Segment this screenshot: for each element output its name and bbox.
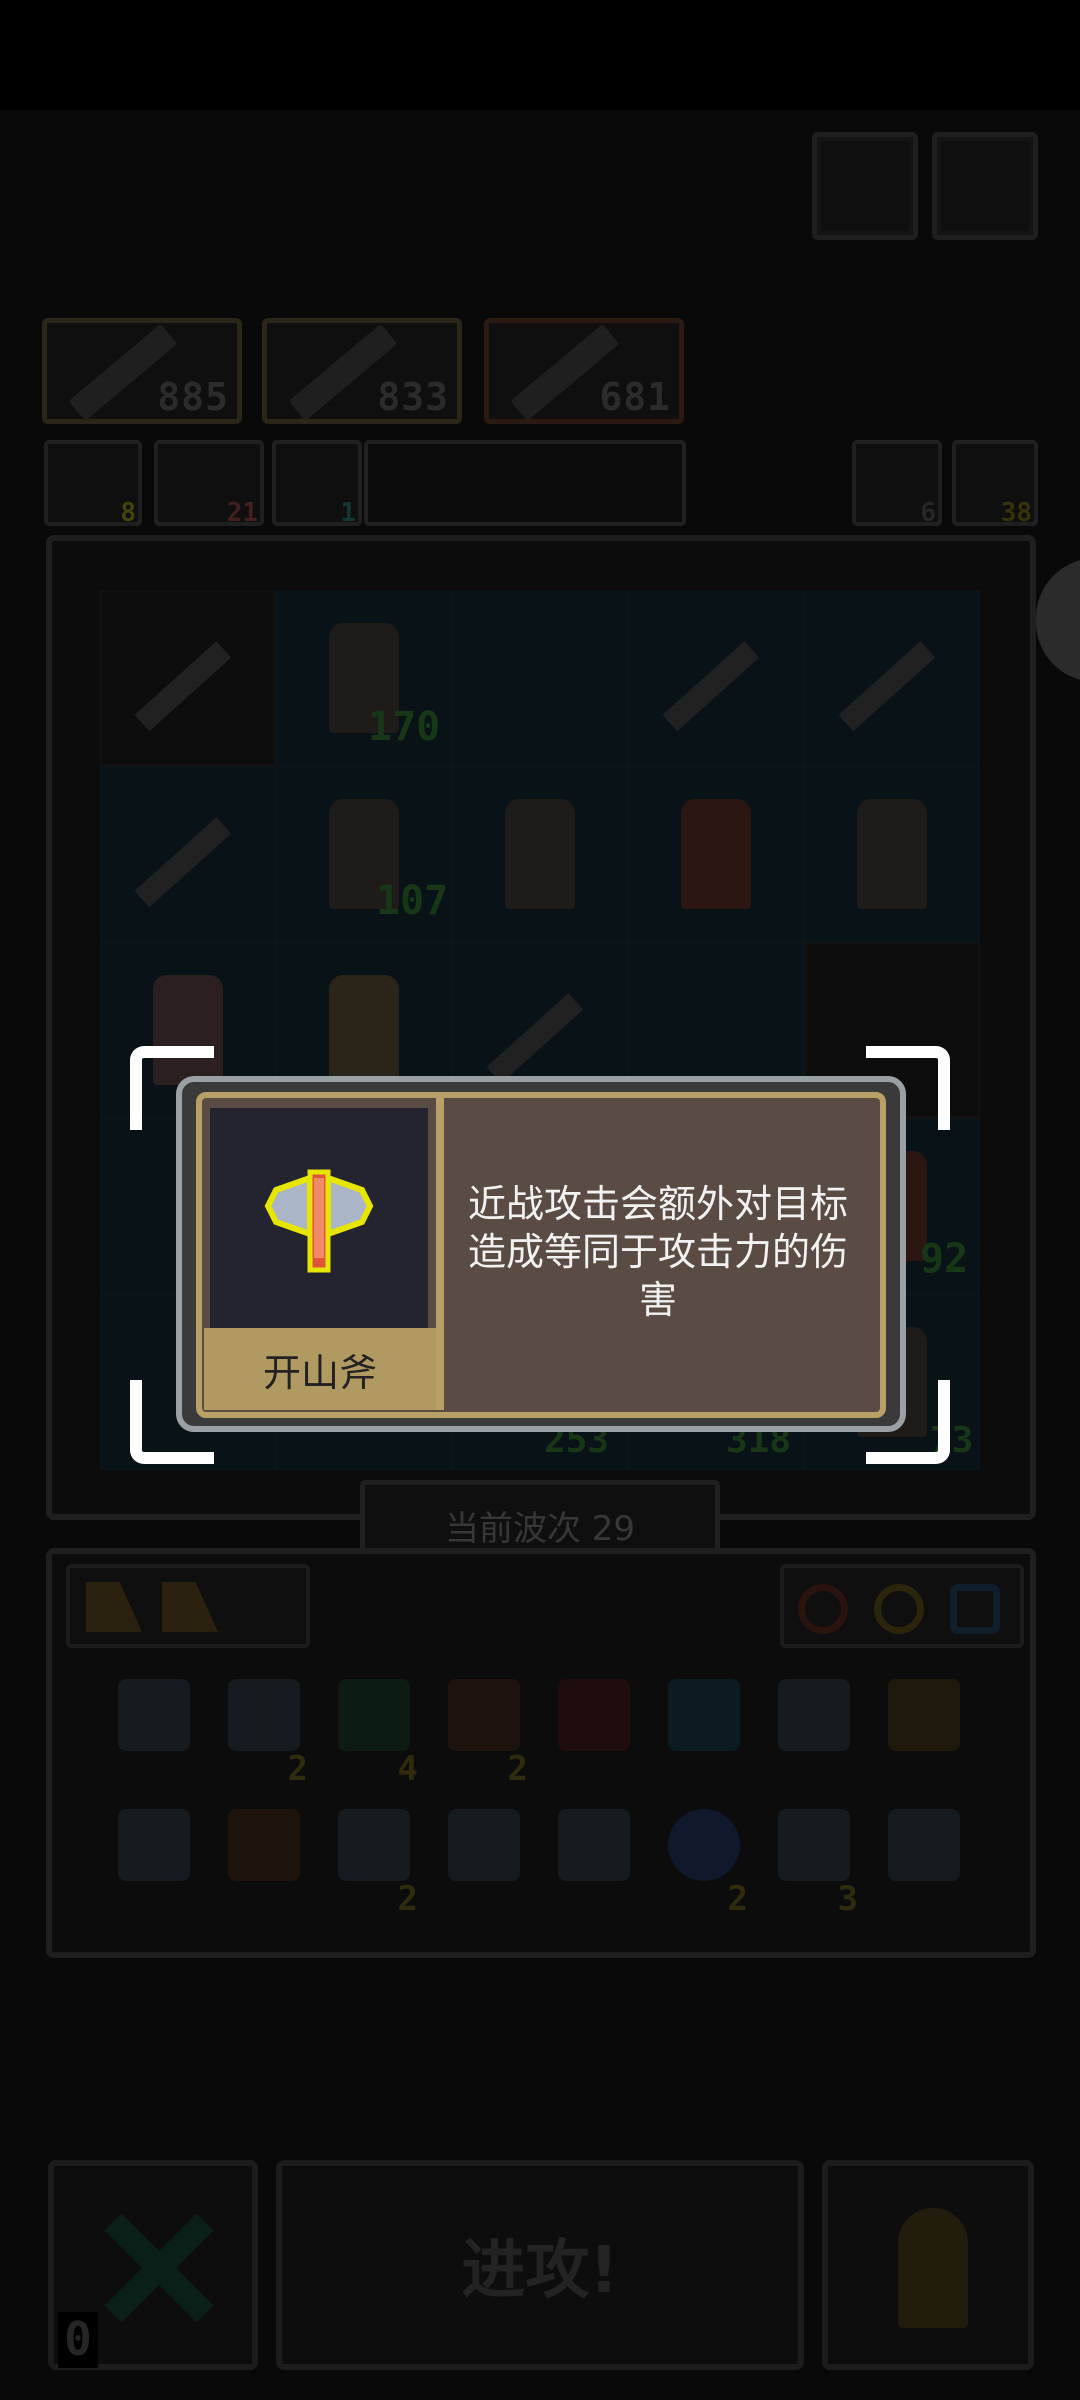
battle-axe-icon xyxy=(264,1169,374,1273)
item-icon-frame xyxy=(210,1108,428,1328)
item-name: 开山斧 xyxy=(204,1328,436,1410)
item-description: 近战攻击会额外对目标造成等同于攻击力的伤害 xyxy=(467,1182,848,1322)
tooltip-divider xyxy=(436,1098,444,1410)
